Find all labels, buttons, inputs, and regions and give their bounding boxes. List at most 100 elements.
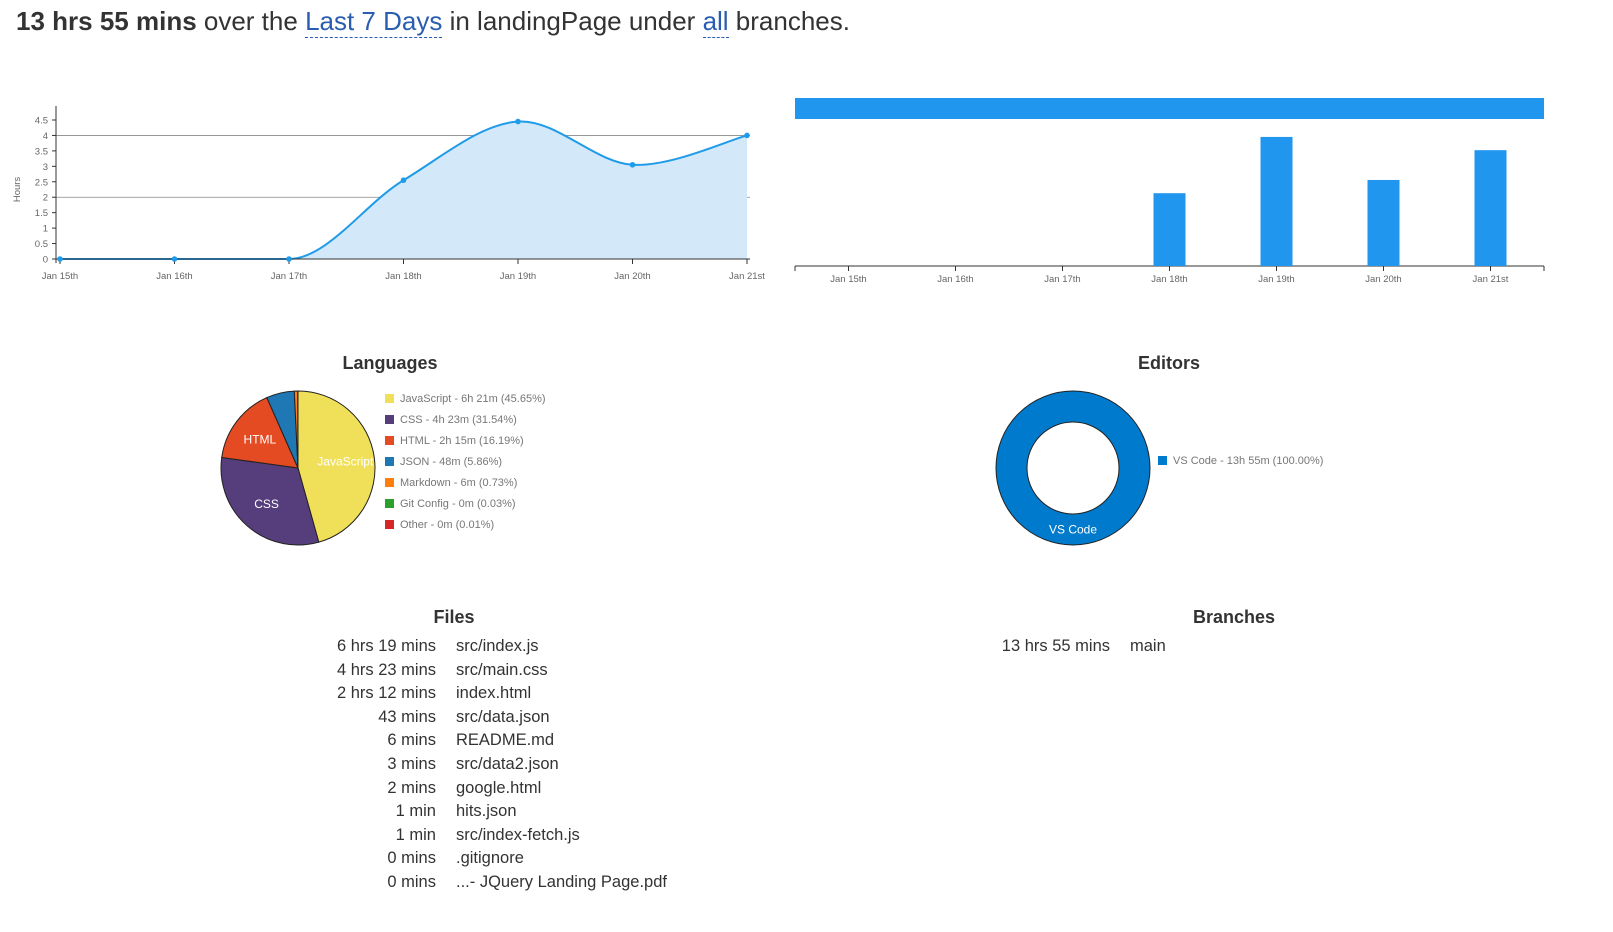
- x-tick-label: Jan 18th: [385, 271, 421, 282]
- data-point[interactable]: [171, 256, 178, 262]
- y-tick-label: 2.5: [35, 177, 48, 188]
- files-name[interactable]: src/index.js: [456, 635, 539, 659]
- coding-activity-area-chart: Hours 0 0.5 1 1.5 2 2.5 3 3.5 4 4.5 Jan 15th Jan 16t…: [12, 106, 765, 282]
- files-row[interactable]: 2 mins google.html: [0, 777, 667, 801]
- legend-label: Git Config - 0m (0.03%): [400, 497, 516, 510]
- bar[interactable]: [1474, 150, 1507, 266]
- files-duration: 2 mins: [387, 778, 436, 797]
- legend-label: VS Code - 13h 55m (100.00%): [1173, 454, 1324, 467]
- y-tick-label: 1: [43, 224, 48, 235]
- legend-swatch: [385, 457, 394, 466]
- files-name[interactable]: ...- JQuery Landing Page.pdf: [456, 871, 667, 895]
- summary-headline: 13 hrs 55 mins over the Last 7 Days in l…: [16, 4, 850, 38]
- files-name[interactable]: README.md: [456, 729, 554, 753]
- languages-legend-item[interactable]: Git Config - 0m (0.03%): [385, 493, 546, 514]
- data-point[interactable]: [286, 256, 292, 262]
- branches-name[interactable]: main: [1130, 635, 1166, 659]
- y-tick-label: 2: [43, 193, 48, 204]
- legend-swatch: [1158, 456, 1167, 465]
- data-point[interactable]: [744, 132, 750, 139]
- files-row[interactable]: 1 min src/index-fetch.js: [0, 824, 667, 848]
- area-fill: [60, 121, 747, 260]
- branches-title: Branches: [1192, 607, 1276, 627]
- languages-legend-item[interactable]: CSS - 4h 23m (31.54%): [385, 409, 546, 430]
- files-duration: 1 min: [395, 802, 436, 821]
- files-row[interactable]: 43 mins src/data.json: [0, 706, 667, 730]
- languages-legend-item[interactable]: Markdown - 6m (0.73%): [385, 472, 546, 493]
- files-name[interactable]: src/main.css: [456, 659, 548, 683]
- languages-title: Languages: [342, 353, 438, 373]
- files-row[interactable]: 6 mins README.md: [0, 729, 667, 753]
- files-name[interactable]: hits.json: [456, 800, 517, 824]
- files-name[interactable]: .gitignore: [456, 847, 524, 871]
- files-name[interactable]: src/data.json: [456, 706, 550, 730]
- data-point[interactable]: [57, 256, 63, 262]
- bar[interactable]: [1260, 136, 1293, 266]
- files-row[interactable]: 1 min hits.json: [0, 800, 667, 824]
- branches-duration: 13 hrs 55 mins: [1001, 637, 1110, 655]
- files-name[interactable]: src/data2.json: [456, 753, 559, 777]
- files-name[interactable]: src/index-fetch.js: [456, 824, 580, 848]
- files-duration: 0 mins: [387, 849, 436, 868]
- donut-hole: [1026, 421, 1120, 515]
- branches-row[interactable]: 13 hrs 55 mins main: [1000, 635, 1166, 659]
- date-range-link[interactable]: Last 7 Days: [305, 6, 443, 38]
- x-tick-label: Jan 21st: [729, 271, 765, 282]
- slice-label: JavaScript: [317, 454, 374, 468]
- bar[interactable]: [1367, 179, 1400, 266]
- legend-swatch: [385, 436, 394, 445]
- files-row[interactable]: 0 mins .gitignore: [0, 847, 667, 871]
- languages-legend-item[interactable]: JSON - 48m (5.86%): [385, 451, 546, 472]
- legend-swatch: [385, 499, 394, 508]
- branch-filter-link[interactable]: all: [702, 6, 729, 38]
- files-duration: 2 hrs 12 mins: [336, 684, 436, 703]
- legend-swatch: [385, 394, 394, 403]
- languages-legend-item[interactable]: JavaScript - 6h 21m (45.65%): [385, 388, 546, 409]
- x-tick-label: Jan 19th: [500, 271, 536, 282]
- languages-legend: JavaScript - 6h 21m (45.65%) CSS - 4h 23m…: [385, 388, 546, 535]
- legend-swatch: [385, 520, 394, 529]
- total-time: 13 hrs 55 mins: [16, 6, 197, 36]
- files-row[interactable]: 4 hrs 23 mins src/main.css: [0, 659, 667, 683]
- files-duration: 43 mins: [378, 707, 436, 726]
- data-point[interactable]: [629, 161, 636, 168]
- summary-text-over: over the: [196, 6, 306, 36]
- legend-swatch: [385, 478, 394, 487]
- slice-label: HTML: [244, 432, 277, 446]
- editors-legend-item[interactable]: VS Code - 13h 55m (100.00%): [1158, 450, 1323, 471]
- bar[interactable]: [1153, 193, 1186, 266]
- files-row[interactable]: 0 mins ...- JQuery Landing Page.pdf: [0, 871, 667, 895]
- files-name[interactable]: google.html: [456, 777, 541, 801]
- languages-legend-item[interactable]: HTML - 2h 15m (16.19%): [385, 430, 546, 451]
- y-tick-label: 1.5: [35, 208, 48, 219]
- editors-title: Editors: [1137, 353, 1200, 373]
- y-tick-label: 4: [43, 131, 48, 142]
- files-row[interactable]: 6 hrs 19 mins src/index.js: [0, 635, 667, 659]
- legend-label: Other - 0m (0.01%): [400, 518, 495, 531]
- data-point[interactable]: [515, 118, 521, 125]
- x-tick-label: Jan 21st: [1473, 274, 1509, 285]
- legend-label: Markdown - 6m (0.73%): [400, 476, 518, 489]
- summary-text-end: branches.: [728, 6, 850, 36]
- files-row[interactable]: 3 mins src/data2.json: [0, 753, 667, 777]
- files-name[interactable]: index.html: [456, 682, 531, 706]
- files-duration: 4 hrs 23 mins: [336, 660, 436, 679]
- x-tick-label: Jan 20th: [1365, 274, 1401, 285]
- total-bar[interactable]: [795, 98, 1544, 119]
- languages-legend-item[interactable]: Other - 0m (0.01%): [385, 514, 546, 535]
- files-duration: 0 mins: [387, 872, 436, 891]
- y-tick-label: 0: [43, 255, 48, 266]
- languages-pie-chart: JavaScript CSS HTML: [220, 390, 376, 546]
- x-tick-label: Jan 17th: [271, 271, 307, 282]
- branches-list: 13 hrs 55 mins main: [1000, 635, 1166, 659]
- files-title: Files: [433, 607, 475, 627]
- legend-swatch: [385, 415, 394, 424]
- files-row[interactable]: 2 hrs 12 mins index.html: [0, 682, 667, 706]
- daily-bar-chart: Jan 15th Jan 16th Jan 17th Jan 18th Jan 19th…: [794, 98, 1545, 285]
- files-duration: 6 hrs 19 mins: [336, 637, 436, 655]
- editors-legend: VS Code - 13h 55m (100.00%): [1158, 450, 1323, 471]
- data-point[interactable]: [400, 177, 407, 184]
- y-axis-label: Hours: [12, 177, 23, 203]
- x-tick-label: Jan 16th: [156, 271, 192, 282]
- files-list: 6 hrs 19 mins src/index.js 4 hrs 23 mins sr…: [0, 635, 667, 895]
